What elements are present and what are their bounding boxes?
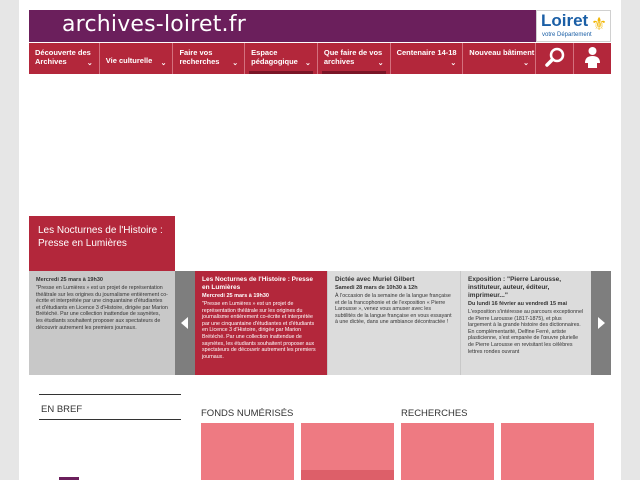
nav-item-recherches[interactable]: Faire vos recherches ⌄ <box>173 43 246 74</box>
chevron-left-icon <box>181 317 188 329</box>
card-description: À l'occasion de la semaine de la langue … <box>335 293 452 326</box>
search-button[interactable] <box>536 43 574 74</box>
chevron-down-icon: ⌄ <box>232 59 239 67</box>
nav-item-label: Centenaire 14-18 <box>396 48 457 57</box>
card-title: Les Nocturnes de l'Histoire : Presse en … <box>202 276 314 291</box>
page: archives-loiret.fr Loiret votre Départem… <box>19 0 621 480</box>
featured-event-title[interactable]: Les Nocturnes de l'Histoire : Presse en … <box>29 216 175 271</box>
chevron-down-icon: ⌄ <box>160 59 167 67</box>
logo-subtitle: votre Département <box>542 32 592 38</box>
chevron-right-icon <box>598 317 605 329</box>
card-description: "Presse en Lumières » est un projet de r… <box>36 285 168 331</box>
fleur-de-lis-icon: ⚜ <box>591 14 608 34</box>
logo-text: Loiret <box>541 11 589 30</box>
card-description: L'exposition s'intéresse au parcours exc… <box>468 309 584 355</box>
carousel-prev-button[interactable] <box>175 271 195 375</box>
nav-item-label: Découverte des Archives <box>35 48 91 66</box>
nav-item-pedagogique[interactable]: Espace pédagogique ⌄ <box>245 43 318 74</box>
section-title-en-bref: EN BREF <box>41 404 83 415</box>
divider <box>39 419 181 420</box>
carousel-next-button[interactable] <box>591 271 611 375</box>
nav-item-label: Espace pédagogique <box>251 48 298 66</box>
nav-item-label: Vie culturelle <box>105 56 153 65</box>
user-icon <box>584 47 600 68</box>
section-title-recherches: RECHERCHES <box>401 408 468 419</box>
card-date: Mercredi 25 mars à 19h30 <box>36 277 103 283</box>
recherche-tile[interactable] <box>501 423 594 480</box>
nav-item-vie-culturelle[interactable]: Vie culturelle ⌄ <box>100 43 174 74</box>
chevron-down-icon: ⌄ <box>377 59 384 67</box>
card-date: Samedi 28 mars de 10h30 à 12h <box>335 285 418 291</box>
chevron-down-icon: ⌄ <box>523 59 529 67</box>
account-button[interactable] <box>574 43 611 74</box>
fonds-tile[interactable] <box>201 423 294 480</box>
events-carousel: Mercredi 25 mars à 19h30 "Presse en Lumi… <box>29 271 611 375</box>
tile-caption-bar <box>301 470 394 480</box>
card-date: Mercredi 25 mars à 19h30 <box>202 293 269 299</box>
event-card[interactable]: Exposition : "Pierre Larousse, institute… <box>461 271 591 375</box>
nav-item-label: Nouveau bâtiment <box>469 48 535 57</box>
event-card[interactable]: Dictée avec Muriel Gilbert Samedi 28 mar… <box>328 271 460 375</box>
nav-item-label: Faire vos recherches <box>179 48 220 66</box>
loiret-logo[interactable]: Loiret votre Département ⚜ <box>536 10 611 42</box>
nav-item-decouverte[interactable]: Découverte des Archives ⌄ <box>29 43 100 74</box>
featured-event-card[interactable]: Mercredi 25 mars à 19h30 "Presse en Lumi… <box>29 271 175 375</box>
recherche-tile[interactable] <box>401 423 494 480</box>
event-card[interactable]: Les Nocturnes de l'Histoire : Presse en … <box>195 271 327 375</box>
chevron-down-icon: ⌄ <box>305 59 311 67</box>
chevron-down-icon: ⌄ <box>450 59 457 67</box>
site-title-link[interactable]: archives-loiret.fr <box>62 12 246 37</box>
site-header: archives-loiret.fr Loiret votre Départem… <box>29 10 611 42</box>
chevron-down-icon: ⌄ <box>86 59 93 67</box>
section-title-fonds-numerises: FONDS NUMÉRISÉS <box>201 408 294 419</box>
search-icon <box>545 47 565 67</box>
divider <box>39 394 181 395</box>
nav-item-label: Que faire de vos archives <box>323 48 383 66</box>
card-title: Dictée avec Muriel Gilbert <box>335 276 415 283</box>
main-nav: Découverte des Archives ⌄ Vie culturelle… <box>29 43 611 74</box>
card-title: Exposition : "Pierre Larousse, institute… <box>468 276 562 299</box>
nav-item-vos-archives[interactable]: Que faire de vos archives ⌄ <box>318 43 391 74</box>
nav-item-batiment[interactable]: Nouveau bâtiment ⌄ <box>463 43 536 74</box>
nav-item-centenaire[interactable]: Centenaire 14-18 ⌄ <box>391 43 464 74</box>
card-description: "Presse en Lumières » est un projet de r… <box>202 301 316 360</box>
card-date: Du lundi 16 février au vendredi 15 mai <box>468 301 568 307</box>
